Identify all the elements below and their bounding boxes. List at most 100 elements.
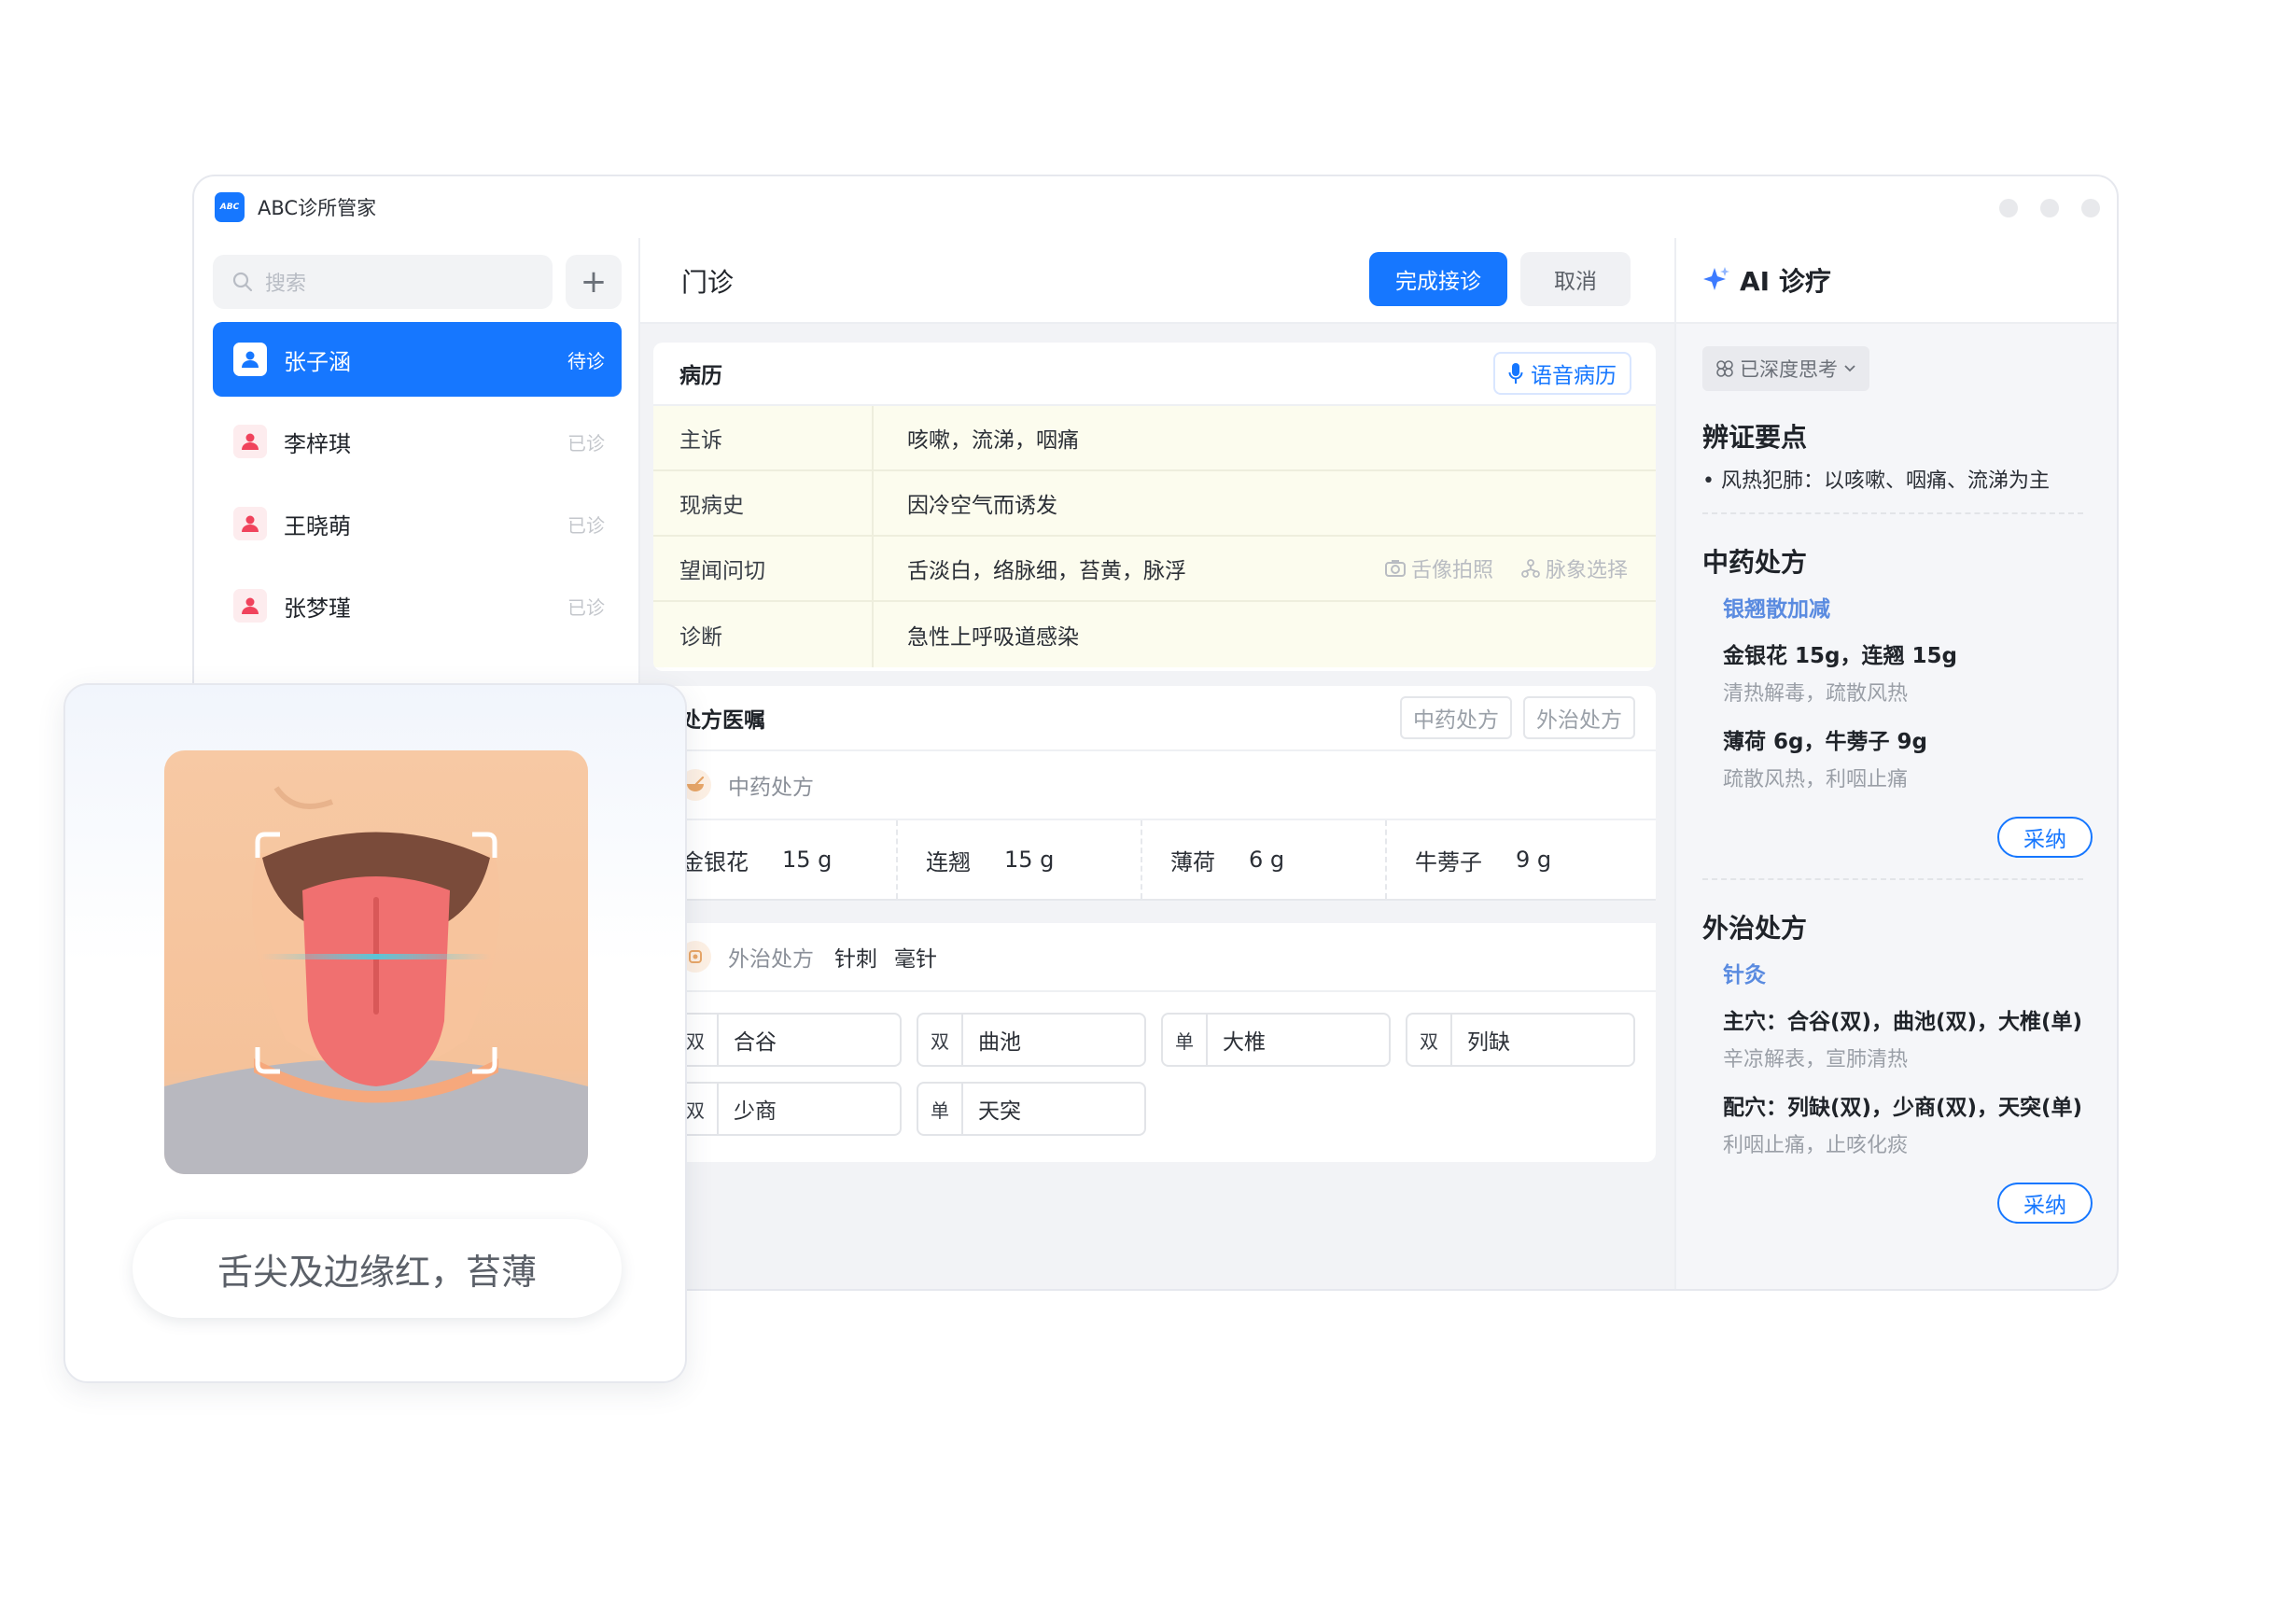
patient-item[interactable]: 李梓琪 已诊 (213, 404, 622, 479)
record-label: 望闻问切 (653, 537, 874, 600)
acupoint-item[interactable]: 双曲池 (917, 1013, 1146, 1067)
adopt-external-button[interactable]: 采纳 (1997, 1183, 2093, 1224)
herb-item[interactable]: 金银花 15 g (653, 820, 898, 899)
ai-panel-title: AI 诊疗 (1740, 266, 1831, 297)
herb-name: 薄荷 (1170, 848, 1215, 875)
external-type[interactable]: 针刺 (834, 941, 877, 973)
pulse-icon (1521, 559, 1540, 578)
tongue-photo-button[interactable]: 舌像拍照 (1384, 553, 1493, 583)
record-title: 病历 (679, 364, 722, 388)
search-placeholder: 搜索 (265, 273, 307, 296)
acupoint-side[interactable]: 单 (1163, 1015, 1208, 1065)
herb-item[interactable]: 薄荷 6 g (1142, 820, 1387, 899)
patient-name: 李梓琪 (284, 430, 351, 457)
acupoint-name: 合谷 (734, 1030, 777, 1055)
pulse-select-button[interactable]: 脉象选择 (1521, 553, 1628, 583)
record-row-history[interactable]: 现病史 因冷空气而诱发 (653, 471, 1656, 537)
patient-list: 张子涵 待诊 李梓琪 已诊 王晓萌 已诊 张梦瑾 已诊 (213, 322, 622, 651)
ai-tcm-note: 疏散风热，利咽止痛 (1723, 768, 1909, 791)
record-tools: 舌像拍照 脉象选择 (1384, 553, 1656, 583)
prescription-title: 处方医嘱 (679, 708, 765, 733)
record-value[interactable]: 舌淡白，络脉细，苔黄，脉浮 (874, 553, 1385, 584)
patient-name: 张梦瑾 (284, 595, 351, 622)
external-section-header: 外治处方 针刺 毫针 (653, 923, 1656, 992)
record-label: 现病史 (653, 471, 874, 535)
record-row-diagnosis[interactable]: 诊断 急性上呼吸道感染 (653, 602, 1656, 667)
acupoint-item[interactable]: 双合谷 (672, 1013, 902, 1067)
herb-dose[interactable]: 15 g (782, 847, 832, 873)
herb-dose[interactable]: 9 g (1516, 847, 1551, 873)
acupoint-side[interactable]: 双 (1407, 1015, 1452, 1065)
acupoint-side[interactable]: 双 (918, 1015, 963, 1065)
tcm-section-title: 中药处方 (728, 776, 814, 800)
herb-dose[interactable]: 6 g (1249, 847, 1284, 873)
user-icon (233, 343, 267, 376)
record-value[interactable]: 咳嗽，流涕，咽痛 (874, 422, 1656, 454)
pulse-select-label: 脉象选择 (1545, 559, 1628, 582)
ai-panel-header: AI 诊疗 (1676, 238, 2117, 324)
acupoint-item[interactable]: 双少商 (672, 1082, 902, 1136)
record-value[interactable]: 急性上呼吸道感染 (874, 619, 1656, 651)
record-row-inspection[interactable]: 望闻问切 舌淡白，络脉细，苔黄，脉浮 舌像拍照 脉象选择 (653, 537, 1656, 602)
microphone-icon (1508, 363, 1523, 384)
tongue-analysis-card: 舌尖及边缘红，苔薄 (63, 683, 687, 1383)
deep-think-label: 已深度思考 (1740, 358, 1838, 381)
ai-external-note: 利咽止痛，止咳化痰 (1723, 1134, 1909, 1157)
voice-record-button[interactable]: 语音病历 (1493, 352, 1631, 395)
sparkle-icon (1703, 267, 1729, 290)
acupoint-item[interactable]: 单大椎 (1161, 1013, 1391, 1067)
patient-item[interactable]: 张梦瑾 已诊 (213, 568, 622, 643)
acupoint-item[interactable]: 单天突 (917, 1082, 1146, 1136)
acupoint-list: 双合谷 双曲池 单大椎 双列缺 双少商 单天突 (653, 992, 1643, 1136)
ai-external-method: 针灸 (1723, 963, 1766, 987)
ai-tcm-line: 薄荷 6g，牛蒡子 9g (1723, 730, 1927, 754)
diagnosis-point-text: 风热犯肺：以咳嗽、咽痛、流涕为主 (1720, 469, 2050, 493)
user-icon (233, 425, 267, 458)
external-section-title: 外治处方 (728, 947, 814, 972)
acupoint-name: 大椎 (1223, 1030, 1266, 1055)
complete-consultation-button[interactable]: 完成接诊 (1369, 252, 1507, 306)
acupoint-item[interactable]: 双列缺 (1406, 1013, 1635, 1067)
acupoint-name: 列缺 (1467, 1030, 1510, 1055)
patient-item[interactable]: 王晓萌 已诊 (213, 486, 622, 561)
herb-name: 金银花 (681, 848, 749, 875)
minimize-button[interactable] (1999, 199, 2018, 217)
search-icon (232, 272, 253, 292)
brain-icon (1716, 360, 1733, 377)
external-tool[interactable]: 毫针 (894, 941, 937, 973)
patient-item-active[interactable]: 张子涵 待诊 (213, 322, 622, 397)
search-input[interactable]: 搜索 (213, 255, 553, 309)
ai-external-line: 配穴：列缺(双)，少商(双)，天突(单) (1723, 1096, 2083, 1120)
herb-dose[interactable]: 15 g (1004, 847, 1054, 873)
add-external-prescription-button[interactable]: 外治处方 (1523, 696, 1635, 739)
record-header: 病历 语音病历 (653, 343, 1656, 406)
user-icon (233, 589, 267, 623)
record-row-complaint[interactable]: 主诉 咳嗽，流涕，咽痛 (653, 406, 1656, 471)
herb-name: 牛蒡子 (1415, 848, 1482, 875)
ai-tcm-line: 金银花 15g，连翘 15g (1723, 644, 1957, 668)
deep-think-toggle[interactable]: 已深度思考 (1702, 346, 1869, 391)
add-patient-button[interactable]: + (566, 255, 622, 309)
tongue-photo-label: 舌像拍照 (1410, 559, 1493, 582)
patient-name: 王晓萌 (284, 512, 351, 539)
maximize-button[interactable] (2040, 199, 2059, 217)
diagnosis-point: • 风热犯肺：以咳嗽、咽痛、流涕为主 (1702, 469, 2050, 493)
patient-status: 已诊 (567, 513, 605, 537)
herb-item[interactable]: 连翘 15 g (898, 820, 1142, 899)
ai-tcm-formula: 银翘散加减 (1723, 597, 1830, 622)
adopt-tcm-button[interactable]: 采纳 (1997, 817, 2093, 858)
diagnosis-points-title: 辨证要点 (1702, 422, 1808, 453)
acupoint-side[interactable]: 单 (918, 1084, 963, 1134)
record-label: 主诉 (653, 406, 874, 469)
patient-status: 已诊 (567, 595, 605, 619)
main-header: 门诊 完成接诊 取消 (640, 238, 1674, 324)
close-button[interactable] (2081, 199, 2100, 217)
tongue-illustration (164, 750, 588, 1174)
prescription-card: 处方医嘱 中药处方 外治处方 中药处方 金银花 15 g 连翘 15 g 薄荷 6 g… (653, 686, 1656, 1162)
medical-record-card: 病历 语音病历 主诉 咳嗽，流涕，咽痛 现病史 因冷空气而诱发 望闻问切 舌淡白… (653, 343, 1656, 671)
record-value[interactable]: 因冷空气而诱发 (874, 487, 1656, 519)
herb-item[interactable]: 牛蒡子 9 g (1387, 820, 1631, 899)
patient-status: 已诊 (567, 431, 605, 455)
add-tcm-prescription-button[interactable]: 中药处方 (1400, 696, 1512, 739)
cancel-button[interactable]: 取消 (1520, 252, 1631, 306)
